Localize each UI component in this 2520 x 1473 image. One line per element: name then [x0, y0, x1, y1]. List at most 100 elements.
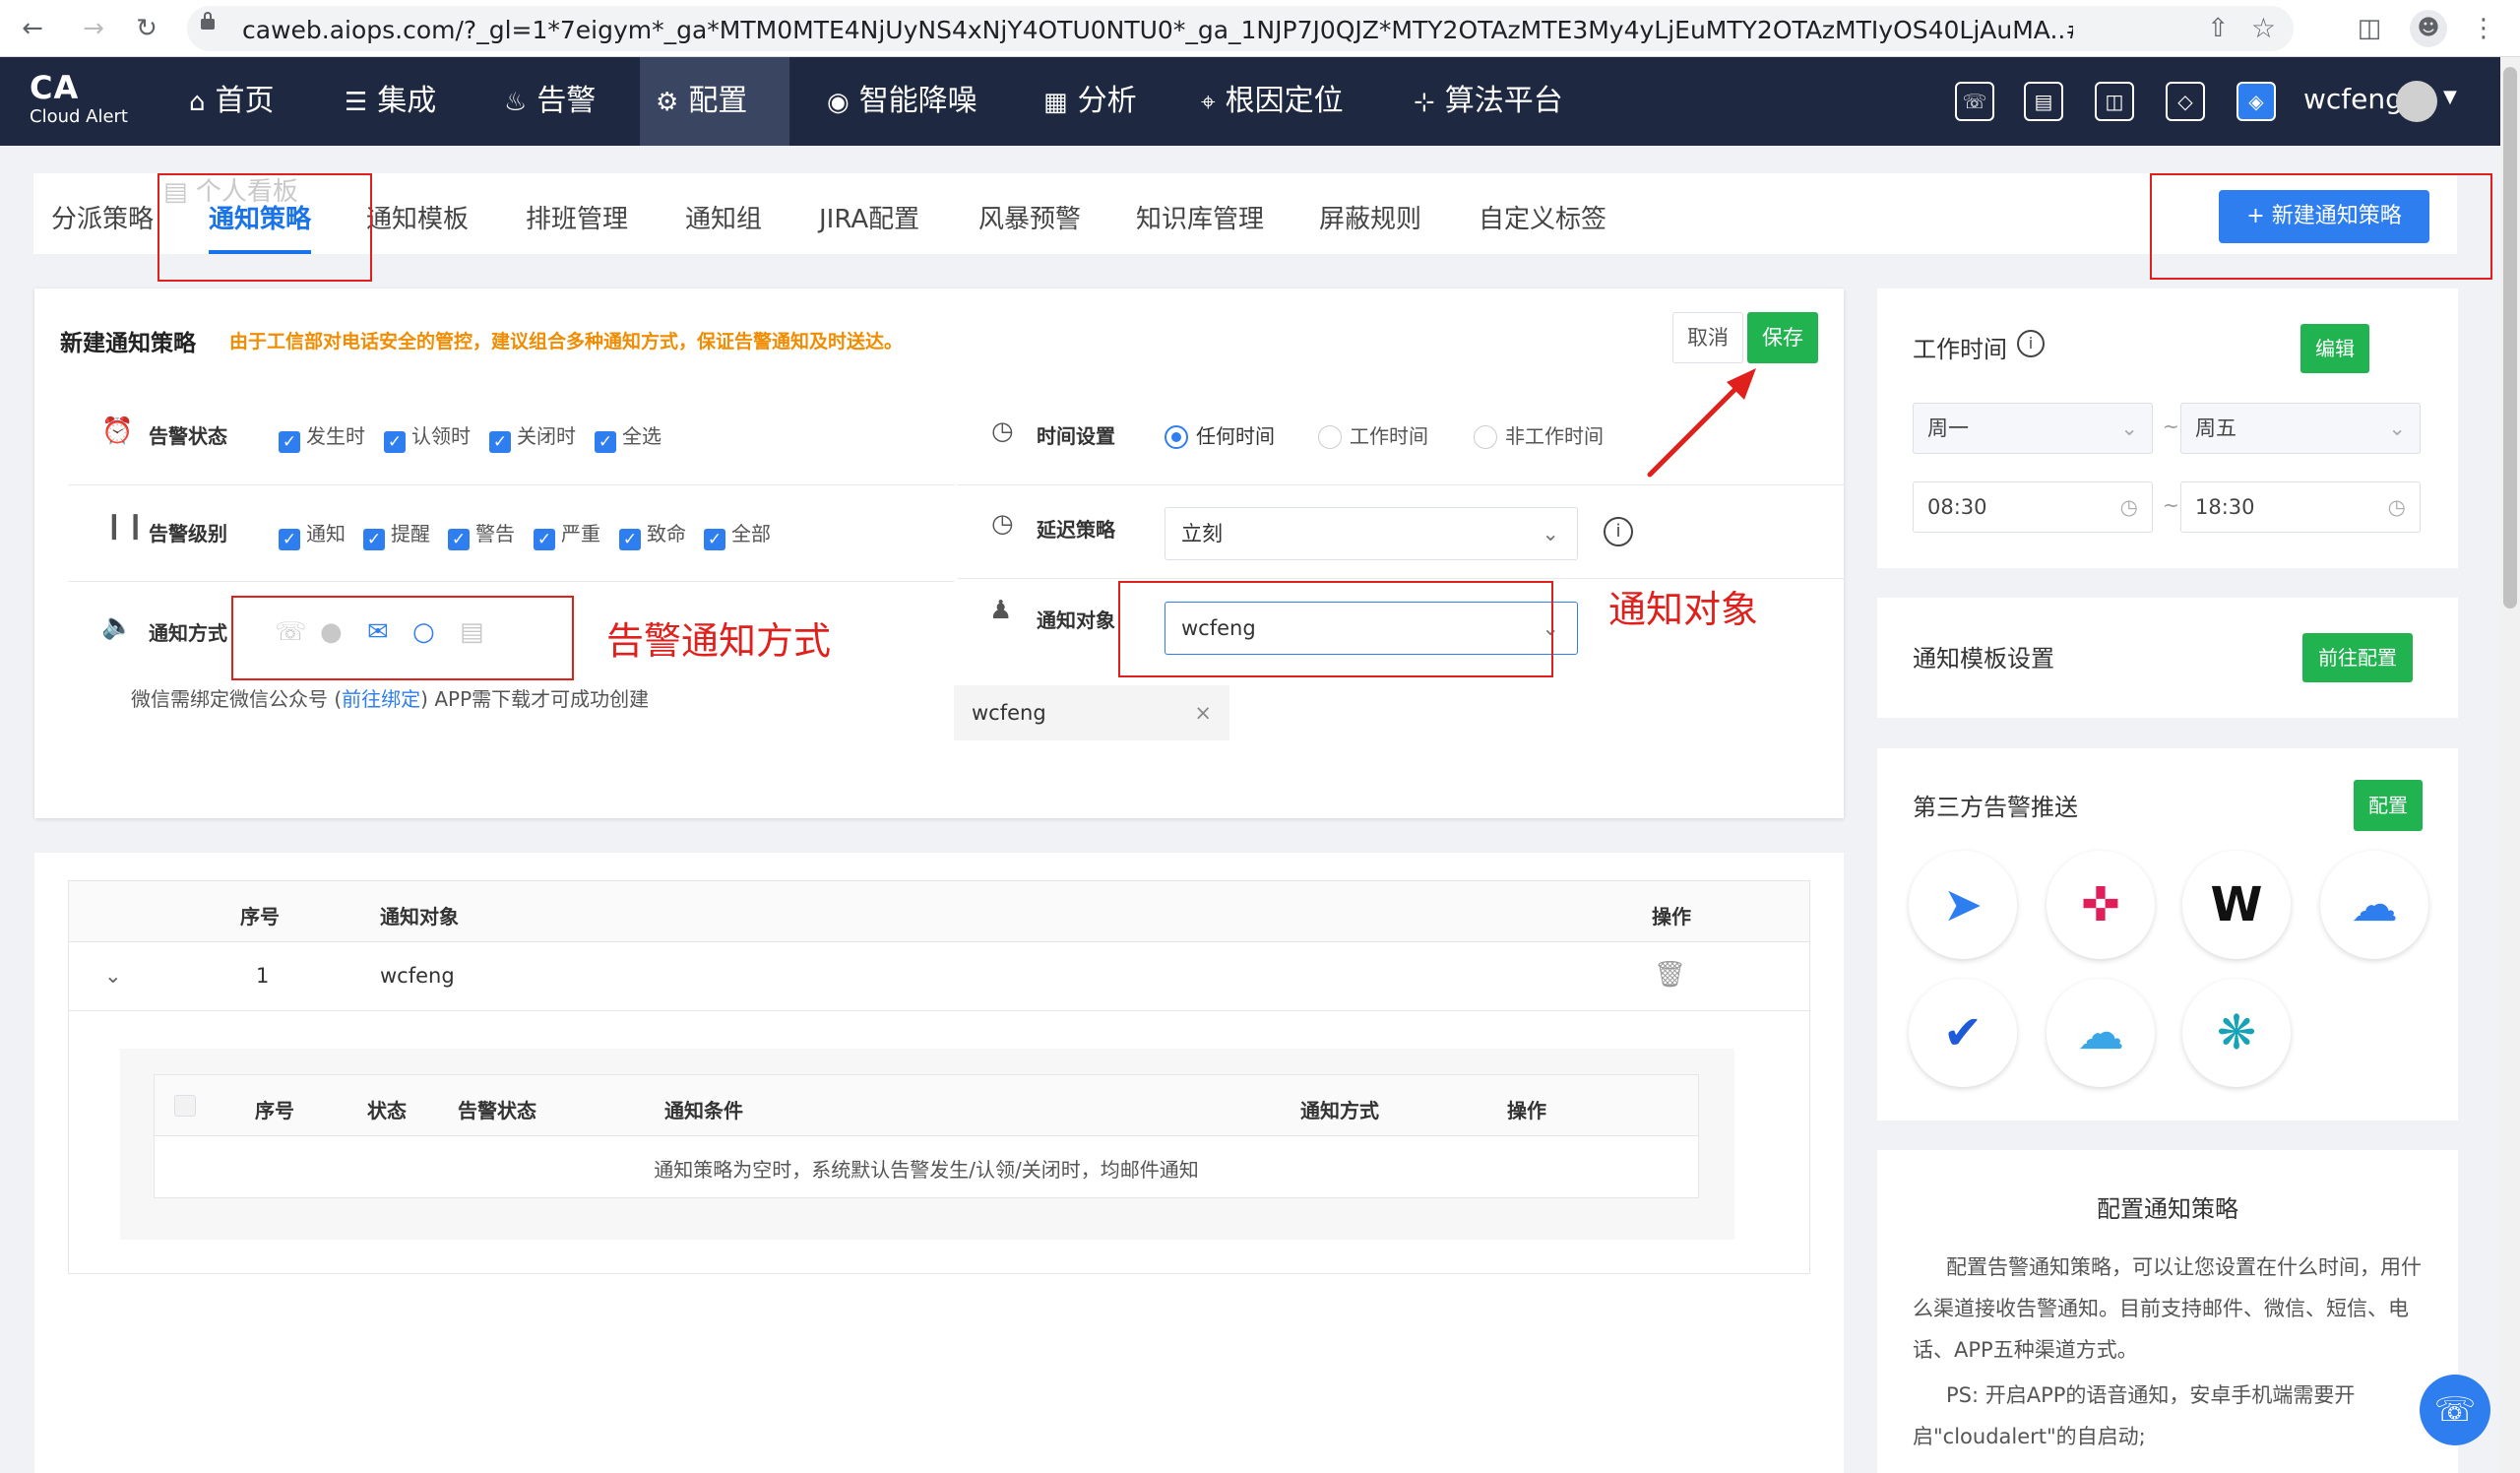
range-separator: ~ — [2163, 415, 2179, 438]
nav-algorithm[interactable]: ⊹ 算法平台 — [1398, 57, 1579, 146]
reload-icon[interactable]: ↻ — [130, 12, 163, 45]
tab-dispatch[interactable]: 分派策略 — [51, 173, 154, 254]
nav-configure[interactable]: ⚙ 配置 — [640, 57, 789, 146]
sidebar-icon[interactable]: ◫ — [2353, 12, 2386, 45]
th-action: 操作 — [1652, 905, 1691, 929]
policy-list-card: 序号 通知对象 操作 ⌄ 1 wcfeng 🗑 序号 状态 告警状态 通知条件 … — [34, 853, 1844, 1473]
checkbox-close[interactable]: ✓ 关闭时 — [489, 420, 576, 453]
check-icon: ✓ — [384, 431, 406, 453]
url-text: caweb.aiops.com/?_gl=1*7eigym*_ga*MTM0MT… — [242, 16, 2073, 44]
select-all-checkbox[interactable] — [174, 1095, 196, 1117]
tab-notify-template[interactable]: 通知模板 — [366, 173, 469, 254]
nav-label: 配置 — [688, 84, 748, 118]
profile-icon[interactable]: ☻ — [2410, 10, 2447, 47]
time-from-input[interactable]: 08:30 ◷ — [1913, 481, 2153, 533]
template-card: 通知模板设置 前往配置 — [1877, 598, 2458, 718]
day-to-select[interactable]: 周五 ⌄ — [2180, 403, 2421, 454]
table-row[interactable] — [69, 942, 1809, 1011]
siren-icon: ♨ — [504, 88, 528, 117]
checkbox-level-serious[interactable]: ✓ 严重 — [534, 518, 600, 550]
support-headset-icon[interactable]: ☏ — [2420, 1375, 2490, 1445]
checkbox-label: 全部 — [731, 522, 771, 545]
save-button[interactable]: 保存 — [1747, 312, 1818, 363]
trash-icon[interactable]: 🗑 — [1654, 960, 1686, 990]
radio-work-time[interactable]: 工作时间 — [1318, 420, 1428, 449]
tab-jira[interactable]: JIRA配置 — [819, 173, 919, 254]
check-icon: ✓ — [595, 431, 616, 453]
nav-integration[interactable]: ☰ 集成 — [329, 57, 452, 146]
username[interactable]: wcfeng — [2303, 83, 2403, 115]
chevron-down-icon[interactable]: ▼ — [2443, 87, 2457, 107]
share-icon[interactable]: ⇧ — [2207, 14, 2229, 43]
th-inner-status: 状态 — [367, 1099, 407, 1122]
wecom-w-logo[interactable]: W — [2182, 851, 2291, 959]
feishu-logo[interactable]: ✔ — [1909, 979, 2017, 1087]
time-to-input[interactable]: 18:30 ◷ — [2180, 481, 2421, 533]
clipboard-icon[interactable]: ▤ — [2024, 82, 2063, 121]
back-icon[interactable]: ← — [16, 12, 49, 45]
headset-icon[interactable]: ☏ — [1955, 82, 1994, 121]
th-inner-action: 操作 — [1507, 1099, 1546, 1122]
menu-icon[interactable]: ⋮ — [2467, 12, 2500, 45]
nav-alerts[interactable]: ♨ 告警 — [488, 57, 611, 146]
chat-bubble-logo[interactable]: ☁ — [2320, 851, 2428, 959]
cancel-button[interactable]: 取消 — [1672, 312, 1743, 363]
thirdparty-config-button[interactable]: 配置 — [2354, 780, 2423, 831]
tab-storm-warning[interactable]: 风暴预警 — [978, 173, 1081, 254]
scrollbar-thumb[interactable] — [2503, 67, 2517, 608]
info-icon[interactable]: i — [2017, 330, 2045, 357]
worktime-edit-button[interactable]: 编辑 — [2300, 324, 2369, 373]
bind-wechat-link[interactable]: 前往绑定 — [342, 687, 420, 711]
nav-analysis[interactable]: ▦ 分析 — [1028, 57, 1153, 146]
tab-schedule[interactable]: 排班管理 — [526, 173, 628, 254]
info-icon[interactable]: i — [1604, 517, 1633, 546]
star-icon[interactable]: ☆ — [2251, 12, 2276, 44]
checkbox-level-all[interactable]: ✓ 全部 — [704, 518, 771, 550]
condition-table: 序号 状态 告警状态 通知条件 通知方式 操作 通知策略为空时，系统默认告警发生… — [154, 1074, 1699, 1198]
address-bar[interactable]: caweb.aiops.com/?_gl=1*7eigym*_ga*MTM0MT… — [187, 6, 2294, 51]
checkbox-select-all[interactable]: ✓ 全选 — [595, 420, 662, 453]
radio-any-time[interactable]: 任何时间 — [1165, 420, 1275, 449]
globe-icon[interactable]: ◈ — [2236, 82, 2276, 121]
close-icon[interactable]: × — [1194, 685, 1212, 740]
target-label: 通知对象 — [1037, 608, 1115, 632]
nav-root-cause[interactable]: ⌖ 根因定位 — [1185, 57, 1359, 146]
th-inner-condition: 通知条件 — [664, 1099, 743, 1122]
thirdparty-title: 第三方告警推送 — [1913, 794, 2078, 821]
app-logo[interactable]: CA Cloud Alert — [30, 69, 128, 127]
checkbox-claim[interactable]: ✓ 认领时 — [384, 420, 471, 453]
forward-icon[interactable]: → — [77, 12, 110, 45]
checkbox-level-remind[interactable]: ✓ 提醒 — [363, 518, 430, 550]
diamond-icon[interactable]: ◇ — [2166, 82, 2205, 121]
day-from-select[interactable]: 周一 ⌄ — [1913, 403, 2153, 454]
empty-condition-text: 通知策略为空时，系统默认告警发生/认领/关闭时，均邮件通知 — [654, 1158, 1199, 1182]
dingtalk-logo[interactable]: ➤ — [1909, 851, 2017, 959]
starburst-logo[interactable]: ❋ — [2182, 979, 2291, 1087]
note-suffix: ) APP需下载才可成功创建 — [420, 687, 650, 711]
tab-notify-group[interactable]: 通知组 — [685, 173, 762, 254]
avatar[interactable] — [2396, 81, 2437, 122]
checkbox-level-warning[interactable]: ✓ 警告 — [448, 518, 515, 550]
radio-non-work-time[interactable]: 非工作时间 — [1474, 420, 1604, 449]
nav-home[interactable]: ⌂ 首页 — [173, 57, 290, 146]
slack-logo[interactable]: ✜ — [2047, 851, 2155, 959]
expand-chevron-icon[interactable]: ⌄ — [104, 964, 122, 988]
checkbox-occur[interactable]: ✓ 发生时 — [279, 420, 365, 453]
tab-knowledge-base[interactable]: 知识库管理 — [1136, 173, 1264, 254]
checkbox-level-fatal[interactable]: ✓ 致命 — [619, 518, 686, 550]
book-icon[interactable]: ◫ — [2095, 82, 2134, 121]
help-paragraph-2: PS: 开启APP的语音通知，安卓手机端需要开启"cloudalert"的自启动… — [1913, 1383, 2356, 1448]
nav-noise-reduction[interactable]: ◉ 智能降噪 — [811, 57, 993, 146]
tab-mask-rules[interactable]: 屏蔽规则 — [1319, 173, 1421, 254]
selected-target-tag[interactable]: wcfeng × — [954, 685, 1229, 740]
layers-icon: ☰ — [345, 88, 368, 117]
delay-select[interactable]: 立刻 ⌄ — [1165, 507, 1578, 560]
check-icon: ✓ — [489, 431, 511, 453]
radio-label: 任何时间 — [1196, 424, 1275, 448]
tab-custom-tags[interactable]: 自定义标签 — [1479, 173, 1606, 254]
checkbox-level-notice[interactable]: ✓ 通知 — [279, 518, 346, 550]
cloud-logo[interactable]: ☁ — [2047, 979, 2155, 1087]
th-index: 序号 — [240, 905, 280, 929]
radio-circle — [1165, 425, 1188, 449]
goto-config-button[interactable]: 前往配置 — [2302, 633, 2413, 682]
